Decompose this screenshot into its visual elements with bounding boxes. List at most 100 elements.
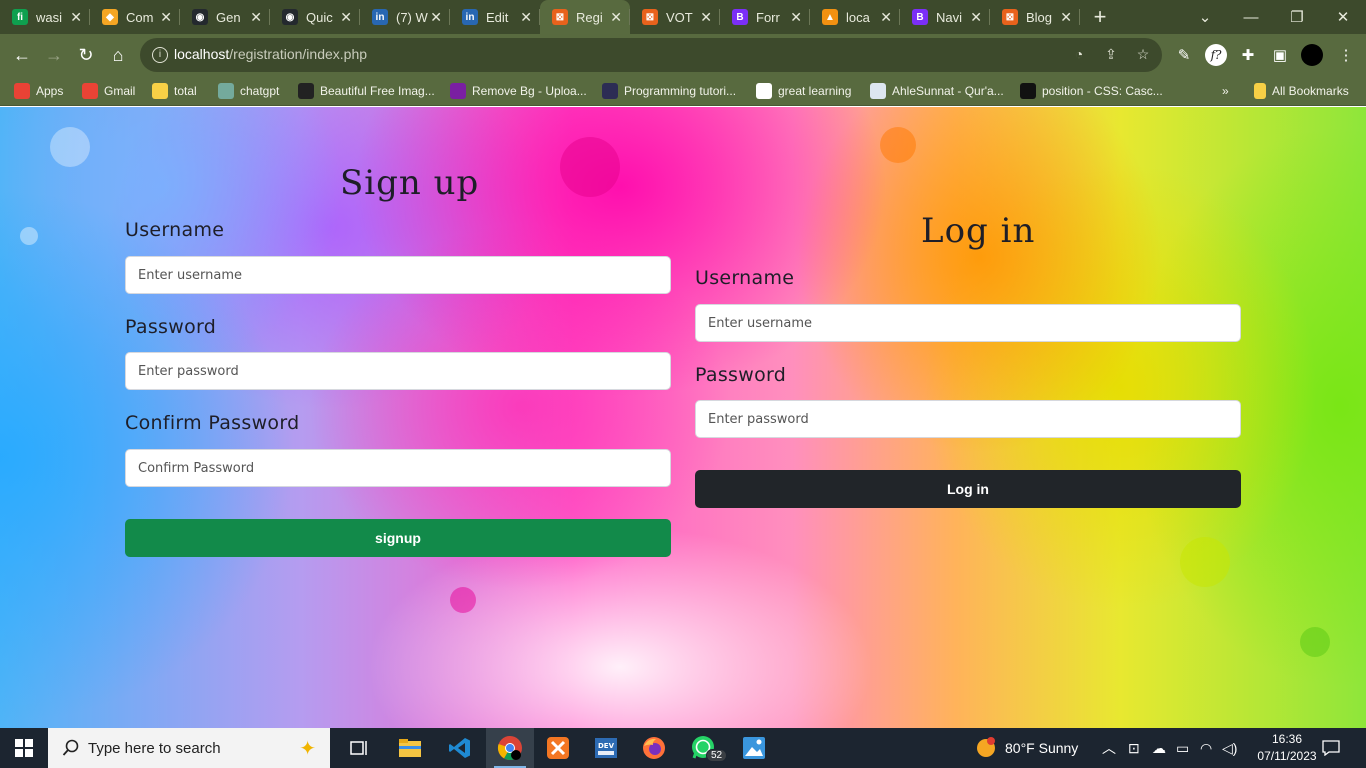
signup-password-input[interactable]: [125, 352, 671, 390]
extensions-puzzle-icon[interactable]: ✚: [1236, 43, 1260, 67]
browser-tab[interactable]: ◆ Com ✕: [90, 0, 180, 34]
tab-close-icon[interactable]: ✕: [790, 9, 802, 26]
address-bar[interactable]: i localhost/registration/index.php ◔ ⇪ ☆: [140, 38, 1162, 72]
browser-tab[interactable]: B Forr ✕: [720, 0, 810, 34]
windows-start-icon[interactable]: [0, 728, 48, 768]
signup-button[interactable]: signup: [125, 519, 671, 557]
maximize-button[interactable]: ❐: [1274, 0, 1320, 34]
browser-tab[interactable]: ◉ Quic ✕: [270, 0, 360, 34]
bookmark-label: AhleSunnat - Qur'a...: [892, 84, 1004, 98]
bookmark-item[interactable]: Gmail: [82, 82, 135, 100]
close-window-button[interactable]: ✕: [1320, 0, 1366, 34]
bookmark-item[interactable]: great learning: [756, 82, 851, 100]
reload-icon[interactable]: ↻: [74, 43, 98, 67]
login-username-input[interactable]: [695, 304, 1241, 342]
site-info-icon[interactable]: i: [152, 47, 168, 63]
browser-tab[interactable]: ▲ loca ✕: [810, 0, 900, 34]
browser-tab[interactable]: ◉ Gen ✕: [180, 0, 270, 34]
tab-close-icon[interactable]: ✕: [1060, 9, 1072, 26]
signup-confirm-password-label: Confirm Password: [125, 412, 300, 434]
meet-now-icon[interactable]: ⊡: [1128, 728, 1140, 768]
bookmark-item[interactable]: Beautiful Free Imag...: [298, 82, 435, 100]
bookmark-star-icon[interactable]: ☆: [1134, 46, 1152, 64]
tab-close-icon[interactable]: ✕: [430, 9, 442, 26]
eyedropper-extension-icon[interactable]: ✎: [1172, 43, 1196, 67]
forward-arrow-icon[interactable]: →: [42, 43, 66, 67]
weather-widget[interactable]: 80°F Sunny: [975, 728, 1078, 768]
browser-tab[interactable]: fi wasi ✕: [0, 0, 90, 34]
tab-favicon-icon: ⊠: [642, 9, 658, 25]
bookmark-item[interactable]: total: [152, 82, 197, 100]
tab-favicon-icon: B: [912, 9, 928, 25]
photos-icon[interactable]: [730, 728, 778, 768]
signup-username-input[interactable]: [125, 256, 671, 294]
notification-center-icon[interactable]: [1322, 728, 1346, 768]
bookmark-item[interactable]: Programming tutori...: [602, 82, 736, 100]
login-password-label: Password: [695, 364, 787, 386]
login-password-input[interactable]: [695, 400, 1241, 438]
side-panel-icon[interactable]: ▣: [1268, 43, 1292, 67]
system-clock[interactable]: 16:36 07/11/2023: [1252, 731, 1322, 765]
bookmark-item[interactable]: Remove Bg - Uploa...: [450, 82, 587, 100]
minimize-button[interactable]: —: [1228, 0, 1274, 34]
fonts-extension-icon[interactable]: f?: [1204, 43, 1228, 67]
tab-search-chevron-icon[interactable]: ⌄: [1182, 0, 1228, 34]
browser-tab[interactable]: ⊠ Blog ✕: [990, 0, 1080, 34]
url-text[interactable]: localhost/registration/index.php: [174, 46, 367, 62]
taskbar-search-box[interactable]: Type here to search ✦: [48, 728, 330, 768]
tab-close-icon[interactable]: ✕: [520, 9, 532, 26]
tab-title: (7) W: [396, 9, 428, 25]
taskbar-search-placeholder: Type here to search: [88, 739, 221, 757]
back-arrow-icon[interactable]: ←: [10, 43, 34, 67]
firefox-icon[interactable]: [630, 728, 678, 768]
tab-close-icon[interactable]: ✕: [160, 9, 172, 26]
tab-close-icon[interactable]: ✕: [610, 9, 622, 26]
battery-icon[interactable]: ▭: [1176, 728, 1189, 768]
new-tab-button[interactable]: +: [1080, 0, 1120, 34]
tab-close-icon[interactable]: ✕: [70, 9, 82, 26]
login-button[interactable]: Log in: [695, 470, 1241, 508]
tab-close-icon[interactable]: ✕: [340, 9, 352, 26]
browser-tab[interactable]: ⊠ Regi ✕: [540, 0, 630, 34]
profile-avatar[interactable]: [1300, 43, 1324, 67]
task-view-icon[interactable]: [336, 728, 384, 768]
share-icon[interactable]: ⇪: [1102, 46, 1120, 64]
bookmark-favicon-icon: [152, 83, 168, 99]
browser-tab[interactable]: B Navi ✕: [900, 0, 990, 34]
volume-icon[interactable]: ◁): [1222, 728, 1237, 768]
browser-tab[interactable]: in Edit ✕: [450, 0, 540, 34]
tab-title: Navi: [936, 9, 963, 25]
menu-kebab-icon[interactable]: ⋮: [1334, 43, 1358, 67]
performance-icon[interactable]: ◔: [1070, 46, 1088, 64]
bookmark-item[interactable]: Apps: [14, 82, 63, 100]
browser-tab[interactable]: ⊠ VOT ✕: [630, 0, 720, 34]
bookmark-item[interactable]: AhleSunnat - Qur'a...: [870, 82, 1004, 100]
whatsapp-icon[interactable]: 52: [680, 728, 728, 768]
file-explorer-icon[interactable]: [386, 728, 434, 768]
show-hidden-icons-chevron-icon[interactable]: ︿: [1102, 728, 1116, 768]
browser-tab[interactable]: in (7) W ✕: [360, 0, 450, 34]
page-content: Sign up Username Password Confirm Passwo…: [0, 107, 1366, 728]
home-icon[interactable]: ⌂: [106, 43, 130, 67]
chrome-icon[interactable]: [486, 728, 534, 768]
bookmark-item[interactable]: chatgpt: [218, 82, 279, 100]
wifi-icon[interactable]: ◠: [1200, 728, 1212, 768]
tab-close-icon[interactable]: ✕: [880, 9, 892, 26]
vscode-icon[interactable]: [436, 728, 484, 768]
tab-favicon-icon: ⊠: [1002, 9, 1018, 25]
devc-icon[interactable]: DEV: [582, 728, 630, 768]
browser-toolbar: ← → ↻ ⌂ i localhost/registration/index.p…: [0, 34, 1366, 76]
all-bookmarks-folder[interactable]: All Bookmarks: [1254, 82, 1349, 100]
tab-close-icon[interactable]: ✕: [250, 9, 262, 26]
tab-close-icon[interactable]: ✕: [970, 9, 982, 26]
weather-text: 80°F Sunny: [1005, 740, 1079, 756]
signup-confirm-password-input[interactable]: [125, 449, 671, 487]
bookmark-label: position - CSS: Casc...: [1042, 84, 1163, 98]
tab-close-icon[interactable]: ✕: [700, 9, 712, 26]
all-bookmarks-label: All Bookmarks: [1272, 84, 1349, 98]
onedrive-cloud-icon[interactable]: ☁: [1152, 728, 1166, 768]
bookmark-item[interactable]: position - CSS: Casc...: [1020, 82, 1163, 100]
xampp-icon[interactable]: [534, 728, 582, 768]
bookmark-favicon-icon: [14, 83, 30, 99]
more-bookmarks-chevron-icon[interactable]: »: [1222, 82, 1229, 100]
